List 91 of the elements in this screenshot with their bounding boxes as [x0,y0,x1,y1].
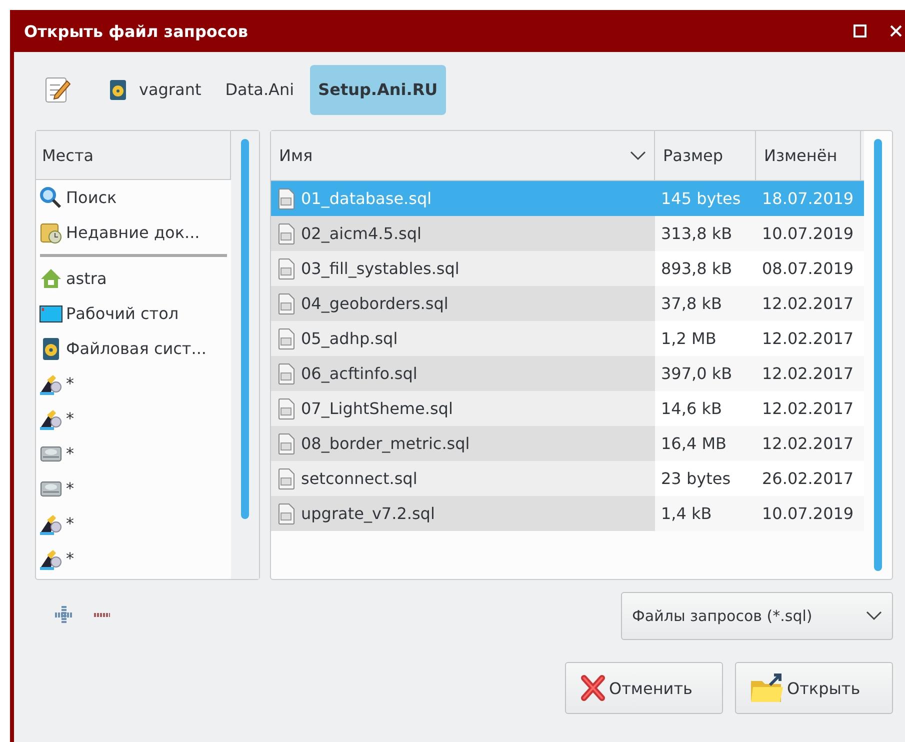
breadcrumb-button[interactable]: Data.Ani [217,64,302,114]
add-icon[interactable] [53,604,75,626]
file-icon [277,362,295,384]
place-label: Поиск [66,188,117,207]
file-icon [277,188,295,210]
place-item[interactable]: Недавние док... [36,215,231,250]
place-label: astra [66,269,107,288]
file-row[interactable]: 08_border_metric.sql 16,4 MB 12.02.2017 [271,426,864,461]
scrollbar[interactable] [231,131,259,579]
window-title: Открыть файл запросов [24,22,249,40]
open-button[interactable]: Открыть [735,662,893,714]
file-size: 1,4 kB [660,503,713,525]
file-size: 16,4 MB [660,433,728,455]
file-size: 313,8 kB [660,223,734,245]
file-name: 02_aicm4.5.sql [301,224,422,243]
place-label: * [66,444,74,463]
column-header[interactable]: Изменён [756,131,861,180]
place-item[interactable]: Поиск [36,180,231,215]
dropdown-caret-icon [866,611,882,621]
breadcrumb-button[interactable]: vagrant [101,64,210,114]
file-size: 397,0 kB [660,363,734,385]
file-date: 08.07.2019 [761,258,855,280]
place-item[interactable]: * [36,506,231,541]
place-label: Недавние док... [66,223,200,242]
maximize-icon[interactable] [853,24,867,38]
file-row[interactable]: 06_acftinfo.sql 397,0 kB 12.02.2017 [271,356,864,391]
place-item[interactable]: Рабочий стол [36,296,231,331]
file-name: 03_fill_systables.sql [301,259,460,278]
place-item[interactable]: * [36,436,231,471]
file-date: 10.07.2019 [761,503,855,525]
close-icon [580,674,606,702]
place-item[interactable]: * [36,541,231,576]
file-date: 12.02.2017 [761,433,855,455]
place-label: * [66,514,74,533]
file-date: 12.02.2017 [761,328,855,350]
search-icon [39,186,63,210]
file-icon [277,328,295,350]
file-icon [277,468,295,490]
file-type-dropdown[interactable]: Файлы запросов (*.sql) [621,592,893,640]
edit-icon[interactable] [43,74,71,104]
home-icon [39,266,63,290]
place-label: * [66,374,74,393]
recent-documents-icon [39,220,63,244]
file-date: 12.02.2017 [761,363,855,385]
breadcrumb-button[interactable]: Setup.Ani.RU [310,64,446,114]
file-size: 145 bytes [660,188,742,210]
file-name: 01_database.sql [301,189,432,208]
place-label: Файловая сист... [66,339,207,358]
file-name: 08_border_metric.sql [301,434,470,453]
place-item[interactable]: * [36,401,231,436]
file-icon [277,398,295,420]
file-row[interactable]: 04_geoborders.sql 37,8 kB 12.02.2017 [271,286,864,321]
file-date: 18.07.2019 [761,188,855,210]
file-icon [277,292,295,314]
place-label: Рабочий стол [66,304,179,323]
place-label: * [66,549,74,568]
sort-caret-icon [630,150,646,160]
file-row[interactable]: 02_aicm4.5.sql 313,8 kB 10.07.2019 [271,216,864,251]
file-row[interactable]: upgrate_v7.2.sql 1,4 kB 10.07.2019 [271,496,864,531]
file-date: 26.02.2017 [761,468,855,490]
close-icon[interactable] [889,24,903,38]
place-label: * [66,479,74,498]
file-icon [277,258,295,280]
file-icon [277,432,295,454]
column-header: Места [36,131,231,180]
file-size: 37,8 kB [660,293,723,315]
place-item[interactable]: astra [36,261,231,296]
file-size: 23 bytes [660,468,732,490]
place-item[interactable]: Файловая сист... [36,331,231,366]
file-size: 14,6 kB [660,398,723,420]
file-size: 1,2 MB [660,328,718,350]
file-date: 10.07.2019 [761,223,855,245]
place-item[interactable]: * [36,366,231,401]
file-name: 07_LightSheme.sql [301,399,453,418]
file-size: 893,8 kB [660,258,734,280]
file-name: upgrate_v7.2.sql [301,504,435,523]
file-name: 06_acftinfo.sql [301,364,418,383]
file-icon [277,502,295,524]
drive-icon [109,78,127,100]
file-name: setconnect.sql [301,469,418,488]
file-date: 12.02.2017 [761,293,855,315]
file-icon [277,222,295,244]
place-label: * [66,409,74,428]
column-header[interactable]: Имя [271,131,655,180]
cancel-button[interactable]: Отменить [565,662,723,714]
place-item[interactable]: * [36,471,231,506]
file-name: 04_geoborders.sql [301,294,448,313]
folder-icon [750,673,784,703]
file-name: 05_adhp.sql [301,329,398,348]
file-date: 12.02.2017 [761,398,855,420]
column-header[interactable]: Размер [655,131,756,180]
